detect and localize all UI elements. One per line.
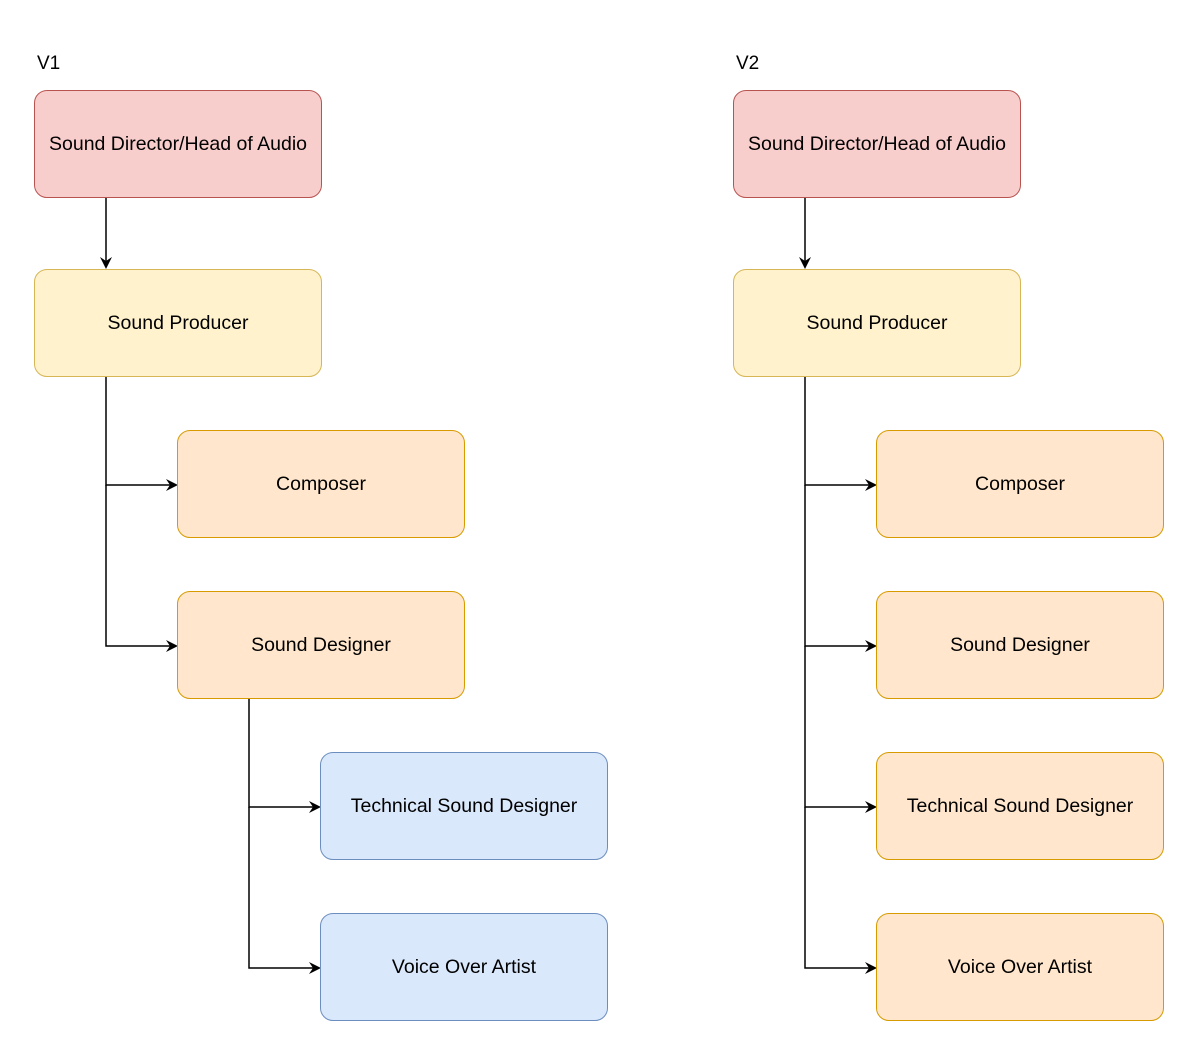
edge-v1-designer-vo [248,807,321,974]
edge-v1-producer-designer [105,485,178,652]
v1-node-voice-over-artist[interactable]: Voice Over Artist [320,913,608,1021]
v2-node-sound-director[interactable]: Sound Director/Head of Audio [733,90,1021,198]
v2-node-sound-producer[interactable]: Sound Producer [733,269,1021,377]
v1-node-composer[interactable]: Composer [177,430,465,538]
edge-v1-producer-composer [105,377,178,491]
v1-node-technical-sound-designer[interactable]: Technical Sound Designer [320,752,608,860]
v2-node-technical-sound-designer[interactable]: Technical Sound Designer [876,752,1164,860]
v2-node-composer[interactable]: Composer [876,430,1164,538]
edge-v2-producer-designer [804,485,877,652]
v1-node-sound-producer[interactable]: Sound Producer [34,269,322,377]
v1-node-sound-director[interactable]: Sound Director/Head of Audio [34,90,322,198]
v2-node-voice-over-artist[interactable]: Voice Over Artist [876,913,1164,1021]
edge-v2-producer-tech [804,646,877,813]
v1-node-sound-designer[interactable]: Sound Designer [177,591,465,699]
edge-v1-designer-tech [248,699,321,813]
edge-v2-producer-composer [804,377,877,491]
edge-v2-producer-vo [804,807,877,974]
v2-node-sound-designer[interactable]: Sound Designer [876,591,1164,699]
